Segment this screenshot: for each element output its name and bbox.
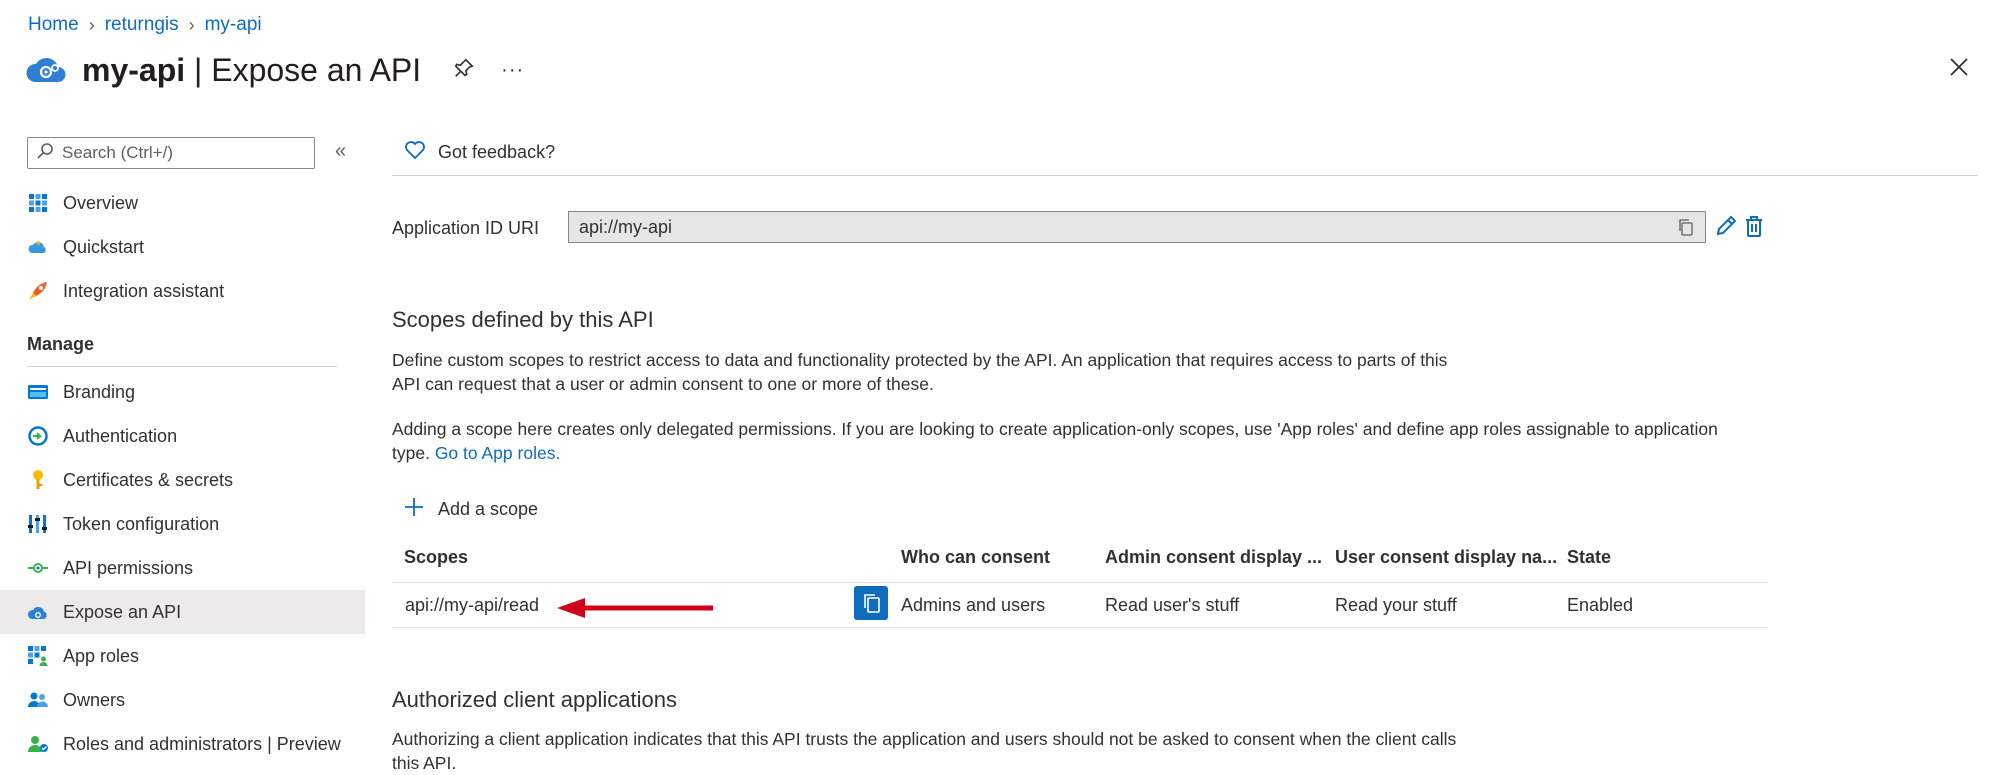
owners-icon — [27, 689, 49, 711]
sidebar-item-branding[interactable]: Branding — [0, 370, 365, 414]
breadcrumb-tenant-link[interactable]: returngis — [105, 14, 179, 36]
add-scope-label: Add a scope — [438, 499, 539, 519]
scopes-note: Adding a scope here creates only delegat… — [392, 419, 1718, 463]
column-header-admin-consent[interactable]: Admin consent display ... — [1105, 547, 1322, 568]
breadcrumb-home-link[interactable]: Home — [28, 14, 79, 36]
rocket-icon — [27, 280, 49, 302]
divider — [392, 582, 1768, 583]
search-icon — [36, 142, 54, 165]
sidebar-item-expose-an-api[interactable]: Expose an API — [0, 590, 365, 634]
collapse-sidebar-icon[interactable]: « — [335, 140, 346, 163]
sidebar-item-label: Quickstart — [63, 236, 145, 257]
token-bars-icon — [27, 513, 49, 535]
app-roles-icon — [27, 645, 49, 667]
app-registration-cloud-icon — [24, 48, 68, 93]
column-header-state[interactable]: State — [1567, 547, 1611, 568]
quickstart-cloud-icon — [27, 236, 49, 258]
close-icon[interactable] — [1948, 56, 1970, 83]
sidebar-item-api-permissions[interactable]: API permissions — [0, 546, 365, 590]
copy-scope-icon[interactable] — [854, 586, 888, 620]
app-id-uri-value: api://my-api — [579, 216, 673, 237]
scopes-section-title: Scopes defined by this API — [392, 307, 654, 332]
sidebar-item-certificates-secrets[interactable]: Certificates & secrets — [0, 458, 365, 502]
sidebar-item-label: Integration assistant — [63, 280, 225, 301]
edit-pencil-icon[interactable] — [1714, 214, 1738, 243]
state-cell: Enabled — [1567, 595, 1634, 615]
go-to-app-roles-link[interactable]: Go to App roles. — [435, 443, 561, 463]
authentication-icon — [27, 425, 49, 447]
scopes-description: Define custom scopes to restrict access … — [392, 350, 1448, 394]
divider — [392, 175, 1978, 176]
app-id-uri-label: Application ID URI — [392, 218, 540, 238]
sidebar-item-label: Expose an API — [63, 601, 182, 622]
sidebar-item-label: App roles — [63, 645, 140, 666]
sidebar-item-roles-administrators[interactable]: Roles and administrators | Preview — [0, 722, 365, 766]
branding-card-icon — [27, 381, 49, 403]
api-permissions-icon — [27, 557, 49, 579]
sidebar-item-label: Token configuration — [63, 513, 220, 534]
sidebar-item-overview[interactable]: Overview — [0, 181, 365, 225]
admin-consent-display-cell: Read user's stuff — [1105, 595, 1240, 615]
page-title: my-api | Expose an API — [82, 52, 422, 88]
divider — [27, 366, 337, 367]
add-scope-button[interactable]: Add a scope — [404, 497, 538, 522]
roles-admins-icon — [27, 733, 49, 755]
authorized-clients-title: Authorized client applications — [392, 687, 677, 712]
delete-trash-icon[interactable] — [1742, 214, 1766, 243]
sidebar-item-quickstart[interactable]: Quickstart — [0, 225, 365, 269]
heart-icon — [404, 140, 426, 165]
search-input[interactable] — [62, 143, 302, 163]
sidebar-item-integration-assistant[interactable]: Integration assistant — [0, 269, 365, 313]
sidebar-item-label: Roles and administrators | Preview — [63, 733, 341, 754]
sidebar-item-label: Certificates & secrets — [63, 469, 234, 490]
sidebar-item-label: Overview — [63, 192, 139, 213]
sidebar-item-token-configuration[interactable]: Token configuration — [0, 502, 365, 546]
scope-link[interactable]: api://my-api/read — [405, 595, 539, 616]
column-header-scopes[interactable]: Scopes — [404, 547, 468, 568]
page-header: my-api | Expose an API ··· — [24, 48, 524, 93]
sidebar-item-app-roles[interactable]: App roles — [0, 634, 365, 678]
sidebar-item-label: Authentication — [63, 425, 178, 446]
column-header-who-can-consent[interactable]: Who can consent — [901, 547, 1050, 568]
feedback-button[interactable]: Got feedback? — [404, 140, 555, 165]
overview-grid-icon — [27, 192, 49, 214]
sidebar-item-owners[interactable]: Owners — [0, 678, 365, 722]
key-icon — [27, 469, 49, 491]
column-header-user-consent[interactable]: User consent display na... — [1335, 547, 1557, 568]
sidebar-item-label: Branding — [63, 381, 136, 402]
sidebar-search[interactable] — [27, 137, 315, 169]
red-arrow-annotation — [555, 596, 715, 625]
user-consent-display-cell: Read your stuff — [1335, 595, 1457, 615]
breadcrumb: Home › returngis › my-api — [28, 14, 262, 36]
copy-icon[interactable] — [1677, 218, 1695, 241]
more-options-icon[interactable]: ··· — [501, 59, 524, 82]
breadcrumb-app-link[interactable]: my-api — [205, 14, 262, 36]
expose-api-cloud-icon — [27, 601, 49, 623]
manage-heading: Manage — [27, 334, 95, 354]
divider — [392, 627, 1768, 628]
pin-icon[interactable] — [453, 57, 475, 84]
chevron-right-icon: › — [88, 14, 95, 35]
feedback-label: Got feedback? — [438, 142, 556, 162]
chevron-right-icon: › — [188, 14, 195, 35]
sidebar-item-authentication[interactable]: Authentication — [0, 414, 365, 458]
sidebar-item-label: Owners — [63, 689, 126, 710]
authorized-clients-description: Authorizing a client application indicat… — [392, 729, 1457, 773]
app-id-uri-field: api://my-api — [568, 211, 1706, 243]
who-can-consent-cell: Admins and users — [901, 595, 1046, 615]
sidebar-item-label: API permissions — [63, 557, 194, 578]
plus-icon — [404, 497, 424, 522]
